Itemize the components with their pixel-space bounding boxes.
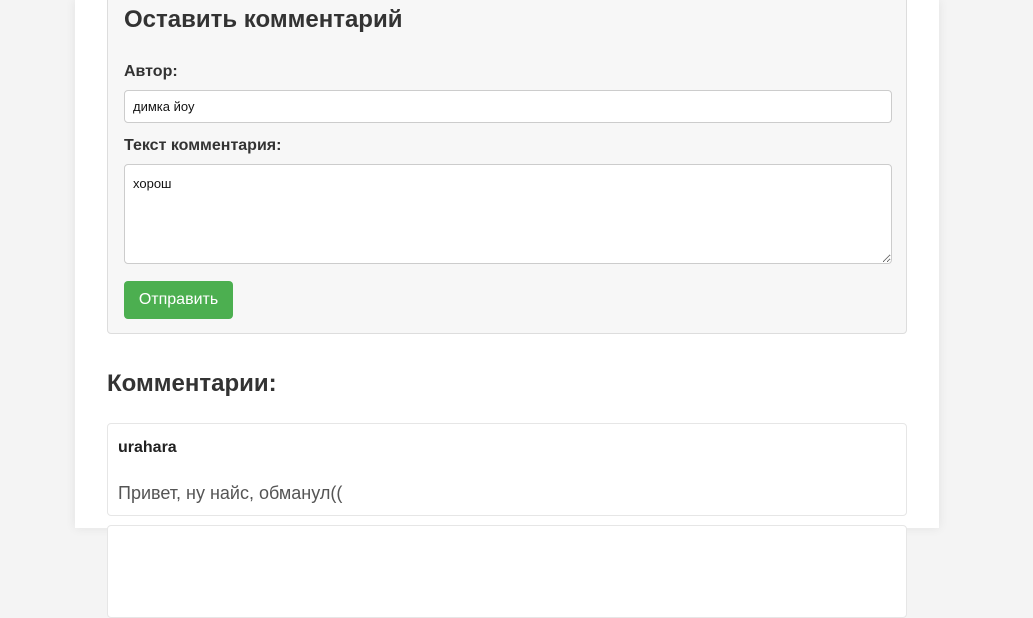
comment-card-next [107,525,907,618]
comment-text-label: Текст комментария: [124,137,282,154]
page-container: Оставить комментарий Автор: Текст коммен… [75,0,939,618]
author-label: Автор: [124,63,178,80]
comment-text: Привет, ну найс, обманул(( [118,483,343,503]
comments-title: Комментарии: [107,370,277,397]
comment-card: urahara Привет, ну найс, обманул(( [107,423,907,516]
comment-form: Оставить комментарий Автор: Текст коммен… [107,0,907,334]
form-title: Оставить комментарий [124,6,403,33]
author-input[interactable] [124,90,892,123]
comment-text-input[interactable]: хорош [124,164,892,264]
comment-author: urahara [118,439,177,456]
submit-button[interactable]: Отправить [124,281,233,319]
